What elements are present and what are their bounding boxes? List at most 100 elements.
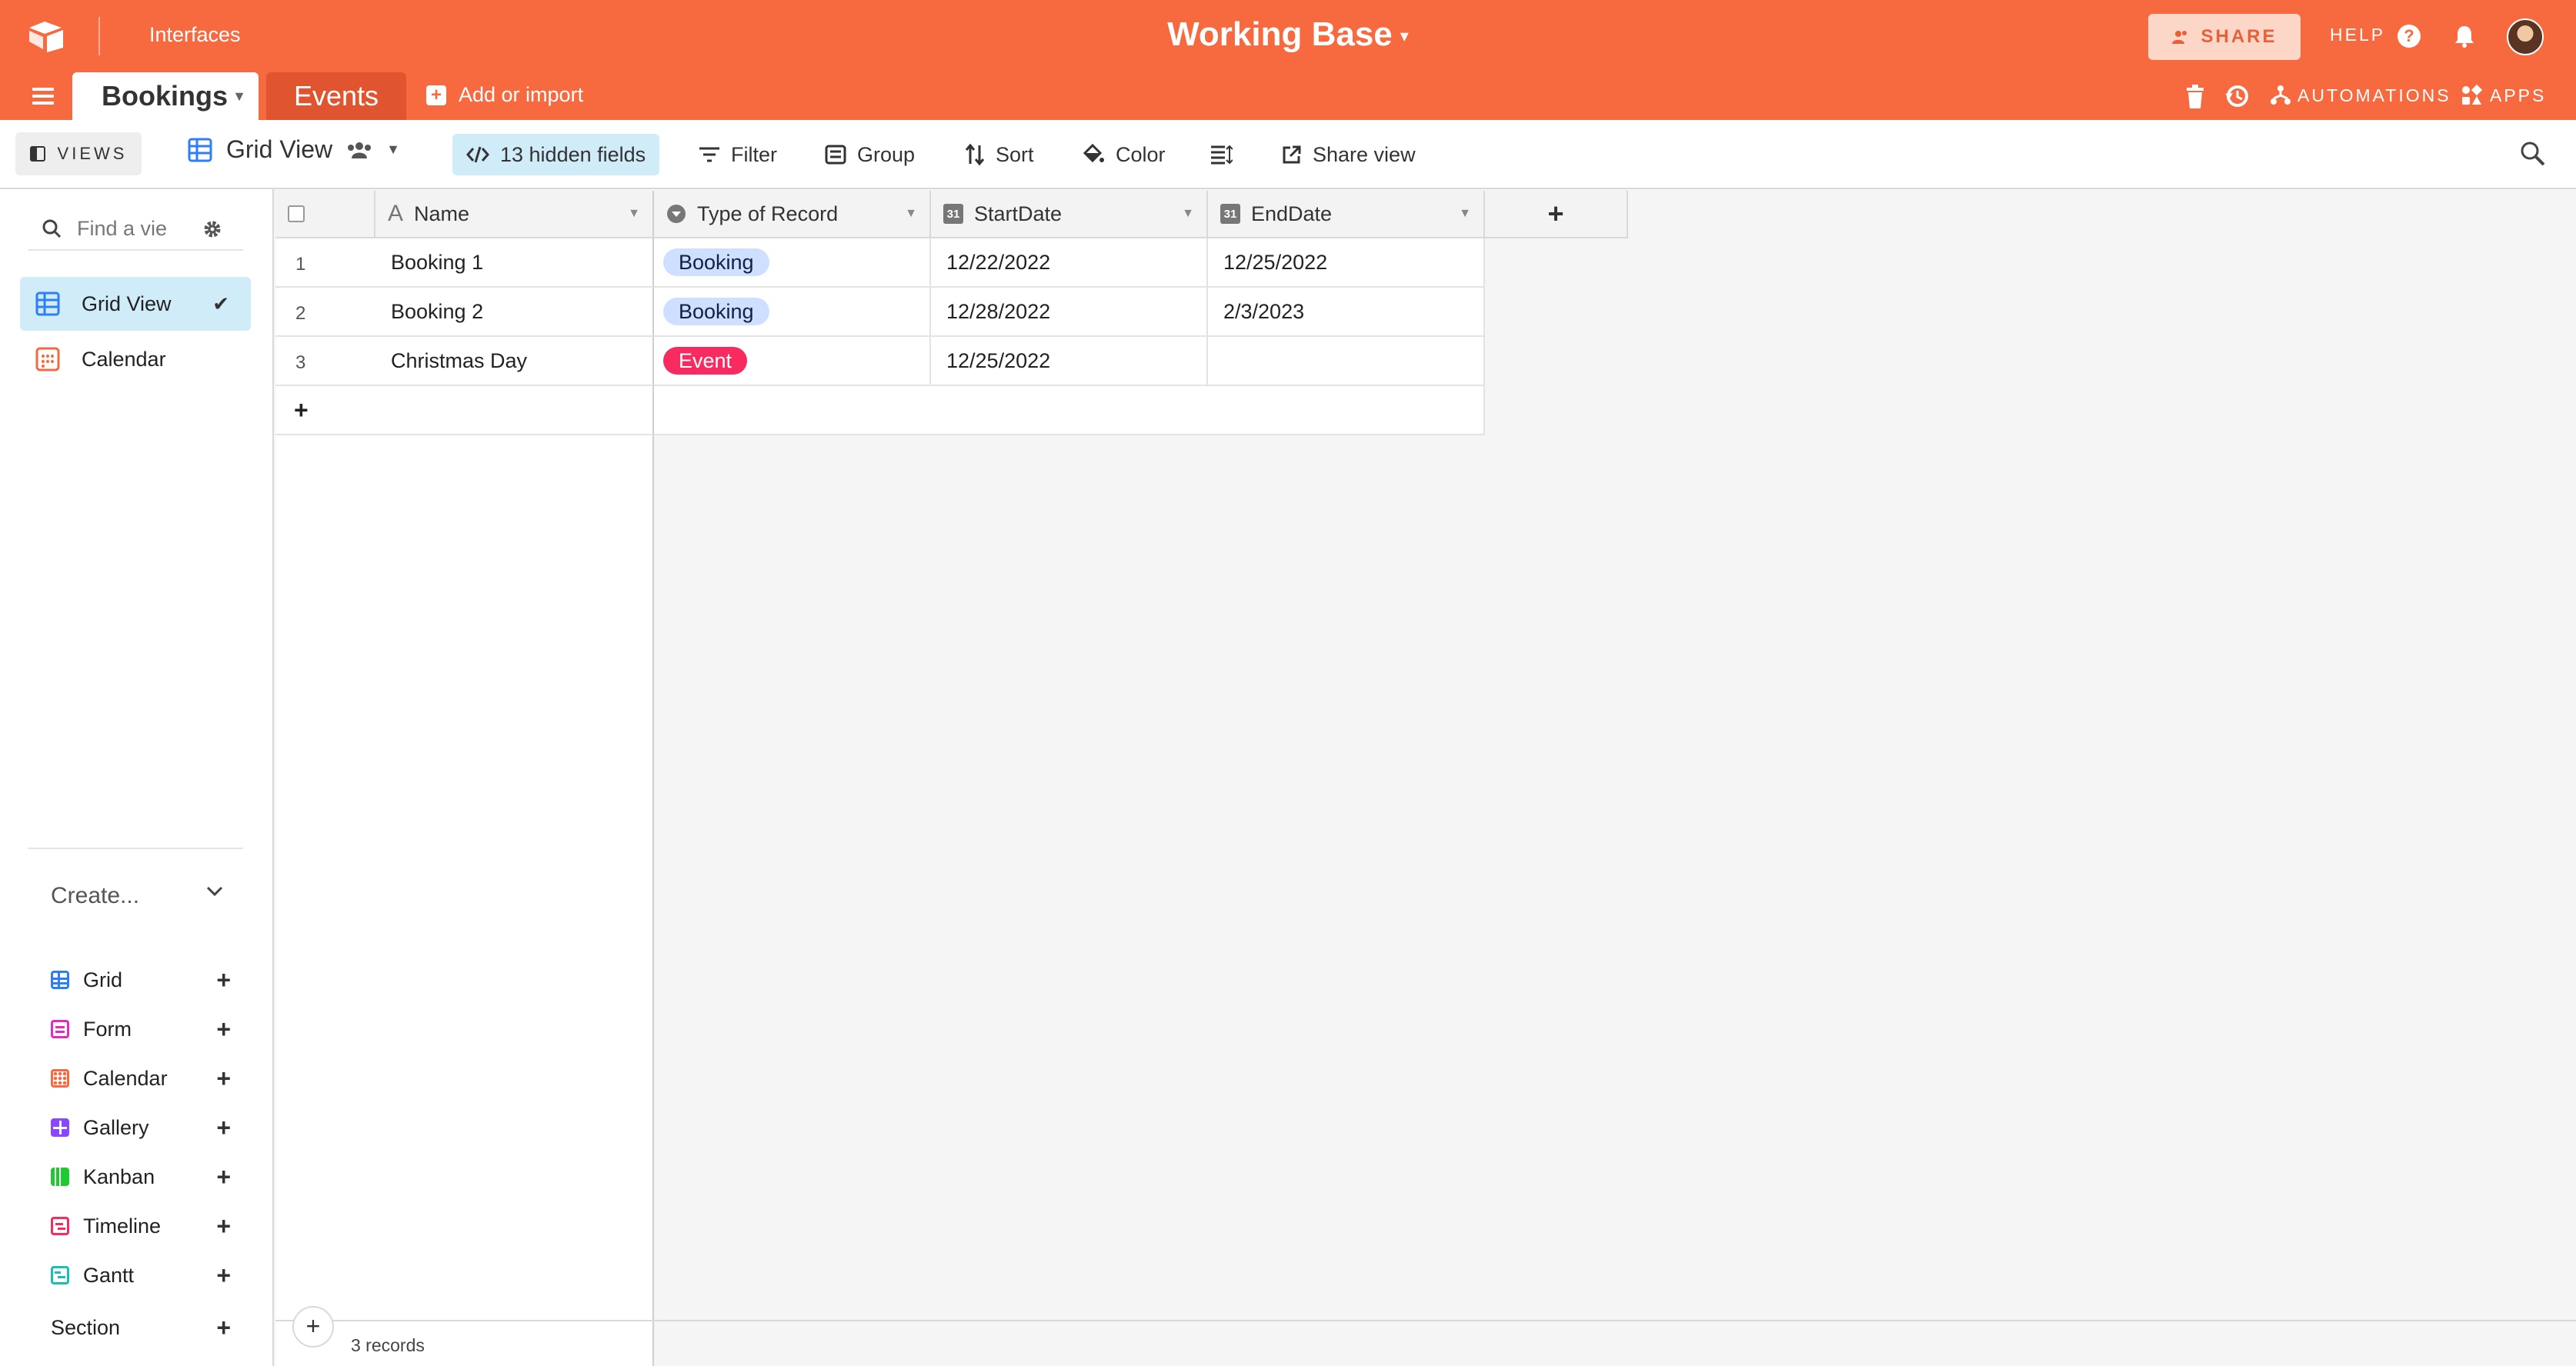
create-section[interactable]: Section + bbox=[51, 1312, 243, 1343]
create-timeline-view[interactable]: Timeline + bbox=[51, 1211, 243, 1241]
add-field-button[interactable]: + bbox=[1485, 191, 1628, 238]
column-header-type-of-record[interactable]: Type of Record ▼ bbox=[654, 191, 931, 238]
name-cell[interactable]: Booking 2 bbox=[375, 288, 654, 337]
group-button[interactable]: Group bbox=[811, 134, 929, 175]
add-record-fab[interactable]: + bbox=[292, 1306, 334, 1348]
create-item-label: Gantt bbox=[83, 1263, 135, 1287]
views-toggle-button[interactable]: VIEWS bbox=[15, 132, 142, 175]
column-header-label: StartDate bbox=[974, 202, 1063, 225]
column-header-enddate[interactable]: 31 EndDate ▼ bbox=[1208, 191, 1485, 238]
single-select-icon bbox=[667, 205, 686, 223]
enddate-cell[interactable] bbox=[1208, 337, 1485, 386]
check-icon: ✔ bbox=[212, 292, 229, 315]
plus-icon[interactable]: + bbox=[216, 1064, 231, 1093]
help-icon[interactable]: ? bbox=[2397, 25, 2421, 48]
share-button[interactable]: SHARE bbox=[2148, 14, 2301, 60]
sidebar-toggle-icon bbox=[29, 146, 45, 162]
help-link[interactable]: HELP bbox=[2330, 25, 2385, 45]
people-icon bbox=[2172, 31, 2187, 44]
plus-icon[interactable]: + bbox=[216, 1314, 231, 1342]
row-number-cell: 1 bbox=[275, 238, 375, 288]
plus-icon[interactable]: + bbox=[216, 1015, 231, 1044]
create-grid-view[interactable]: Grid + bbox=[51, 965, 243, 995]
automations-label: AUTOMATIONS bbox=[2297, 85, 2451, 105]
search-icon bbox=[42, 219, 62, 238]
column-header-label: Type of Record bbox=[697, 202, 839, 225]
sidebar-divider bbox=[28, 848, 243, 849]
create-kanban-view[interactable]: Kanban + bbox=[51, 1161, 243, 1192]
column-header-label: EndDate bbox=[1251, 202, 1333, 225]
chevron-down-icon[interactable]: ▼ bbox=[1459, 207, 1471, 221]
type-cell[interactable]: Booking bbox=[654, 288, 931, 337]
row-height-button[interactable] bbox=[1196, 134, 1246, 175]
enddate-cell[interactable]: 2/3/2023 bbox=[1208, 288, 1485, 337]
startdate-cell[interactable]: 12/22/2022 bbox=[931, 238, 1208, 288]
color-button[interactable]: Color bbox=[1068, 134, 1180, 175]
automations-button[interactable]: AUTOMATIONS bbox=[2270, 85, 2451, 106]
table-row[interactable]: 3 Christmas Day Event 12/25/2022 bbox=[275, 337, 1487, 386]
type-cell[interactable]: Booking bbox=[654, 238, 931, 288]
name-cell[interactable]: Booking 1 bbox=[375, 238, 654, 288]
menu-icon[interactable] bbox=[32, 88, 54, 105]
hidden-fields-button[interactable]: 13 hidden fields bbox=[452, 134, 660, 175]
group-label: Group bbox=[857, 142, 916, 166]
sort-button[interactable]: Sort bbox=[951, 134, 1048, 175]
select-all-checkbox[interactable] bbox=[288, 205, 305, 222]
history-icon[interactable] bbox=[2224, 83, 2250, 109]
chevron-down-icon[interactable]: ▼ bbox=[386, 142, 400, 158]
plus-icon[interactable]: + bbox=[216, 966, 231, 995]
table-tab-bookings[interactable]: Bookings ▼ bbox=[72, 72, 259, 120]
sidebar-view-label: Grid View bbox=[82, 292, 172, 315]
collaborative-view-icon bbox=[348, 142, 372, 158]
sidebar-view-calendar[interactable]: Calendar bbox=[20, 332, 251, 386]
search-icon[interactable] bbox=[2519, 140, 2545, 166]
chevron-down-icon[interactable] bbox=[203, 880, 226, 903]
filter-button[interactable]: Filter bbox=[685, 134, 791, 175]
add-row-filler[interactable] bbox=[654, 386, 1485, 435]
create-gallery-view[interactable]: Gallery + bbox=[51, 1112, 243, 1143]
table-tab-events[interactable]: Events bbox=[266, 72, 406, 120]
apps-label: APPS bbox=[2490, 85, 2547, 105]
date-field-icon: 31 bbox=[943, 204, 963, 224]
create-view-heading[interactable]: Create... bbox=[51, 883, 139, 909]
sort-label: Sort bbox=[996, 142, 1034, 166]
select-pill: Booking bbox=[663, 298, 769, 325]
grid-footer: + 3 records bbox=[275, 1306, 2576, 1366]
bell-icon[interactable] bbox=[2451, 23, 2478, 49]
plus-icon[interactable]: + bbox=[216, 1261, 231, 1290]
chevron-down-icon[interactable]: ▼ bbox=[1182, 207, 1194, 221]
startdate-cell[interactable]: 12/25/2022 bbox=[931, 337, 1208, 386]
column-header-startdate[interactable]: 31 StartDate ▼ bbox=[931, 191, 1208, 238]
avatar[interactable] bbox=[2507, 18, 2544, 55]
create-form-view[interactable]: Form + bbox=[51, 1014, 243, 1044]
select-all-cell bbox=[275, 191, 375, 238]
table-row[interactable]: 2 Booking 2 Booking 12/28/2022 2/3/2023 bbox=[275, 288, 1487, 337]
chevron-down-icon[interactable]: ▼ bbox=[628, 207, 640, 221]
add-row[interactable]: + bbox=[275, 386, 1487, 435]
plus-icon[interactable]: + bbox=[216, 1212, 231, 1241]
type-cell[interactable]: Event bbox=[654, 337, 931, 386]
views-sidebar: Find a vie Grid View ✔ Calendar Create..… bbox=[0, 189, 274, 1366]
plus-icon[interactable]: + bbox=[216, 1114, 231, 1142]
gear-icon[interactable] bbox=[202, 218, 223, 240]
column-header-name[interactable]: A Name ▼ bbox=[375, 191, 654, 238]
apps-button[interactable]: APPS bbox=[2461, 85, 2546, 106]
add-record-button[interactable]: + bbox=[275, 386, 654, 435]
plus-icon[interactable]: + bbox=[216, 1163, 231, 1191]
trash-icon[interactable] bbox=[2185, 85, 2205, 109]
add-or-import-button[interactable]: + Add or import bbox=[426, 83, 583, 107]
current-view-selector[interactable]: Grid View ▼ bbox=[188, 135, 400, 164]
create-gantt-view[interactable]: Gantt + bbox=[51, 1260, 243, 1291]
enddate-cell[interactable]: 12/25/2022 bbox=[1208, 238, 1485, 288]
create-calendar-view[interactable]: Calendar + bbox=[51, 1063, 243, 1094]
chevron-down-icon[interactable]: ▼ bbox=[232, 72, 246, 120]
find-view-search[interactable]: Find a vie bbox=[28, 208, 243, 251]
startdate-cell[interactable]: 12/28/2022 bbox=[931, 288, 1208, 337]
table-row[interactable]: 1 Booking 1 Booking 12/22/2022 12/25/202… bbox=[275, 238, 1487, 288]
name-cell[interactable]: Christmas Day bbox=[375, 337, 654, 386]
sidebar-view-grid-view[interactable]: Grid View ✔ bbox=[20, 277, 251, 331]
share-view-button[interactable]: Share view bbox=[1268, 134, 1430, 175]
kanban-icon bbox=[51, 1168, 69, 1186]
grid-icon bbox=[188, 138, 212, 162]
chevron-down-icon[interactable]: ▼ bbox=[905, 207, 917, 221]
